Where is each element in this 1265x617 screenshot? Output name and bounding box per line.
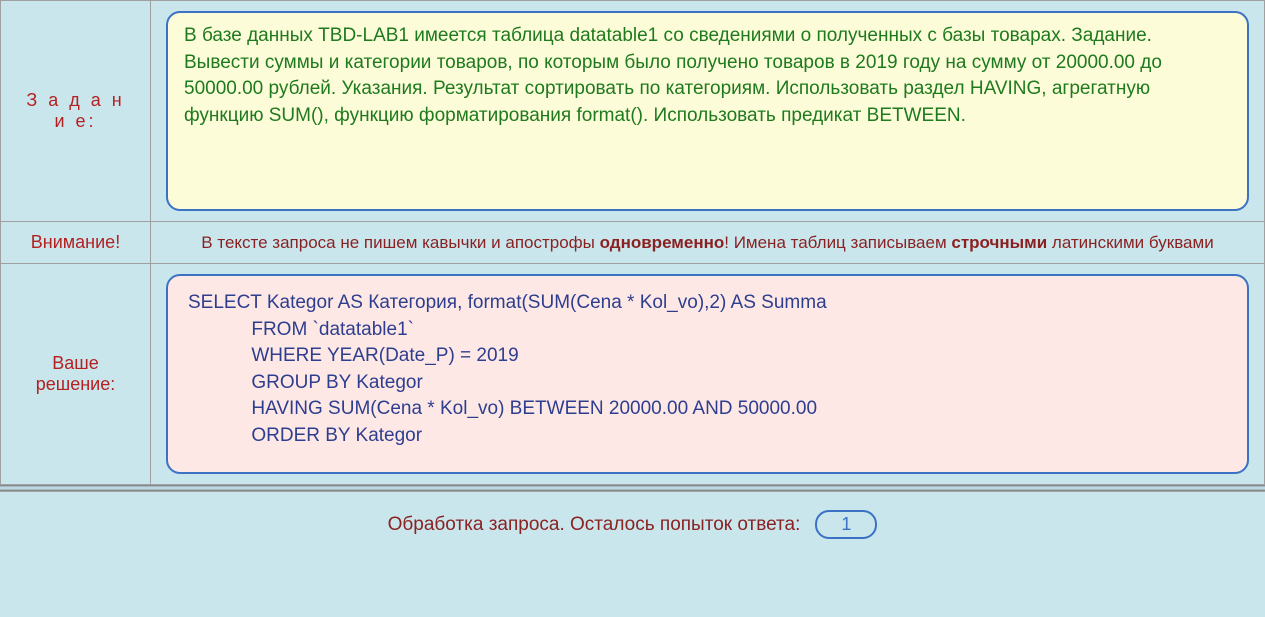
task-box: В базе данных TBD-LAB1 имеется таблица d… — [166, 11, 1249, 211]
task-content-cell: В базе данных TBD-LAB1 имеется таблица d… — [151, 1, 1265, 222]
warning-bold-1: одновременно — [600, 233, 725, 252]
warning-row: Внимание! В тексте запроса не пишем кавы… — [1, 222, 1265, 264]
warning-bold-2: строчными — [951, 233, 1047, 252]
footer-area: Обработка запроса. Осталось попыток отве… — [0, 491, 1265, 557]
warning-text-after: латинскими буквами — [1047, 233, 1214, 252]
solution-content-cell: SELECT Kategor AS Категория, format(SUM(… — [151, 264, 1265, 485]
solution-label: Ваше решение: — [1, 264, 151, 485]
warning-content-cell: В тексте запроса не пишем кавычки и апос… — [151, 222, 1265, 264]
attempts-badge: 1 — [815, 510, 877, 539]
task-label: З а д а н и е: — [1, 1, 151, 222]
assignment-table: З а д а н и е: В базе данных TBD-LAB1 им… — [0, 0, 1265, 485]
warning-label: Внимание! — [1, 222, 151, 264]
warning-text-middle: ! Имена таблиц записываем — [724, 233, 951, 252]
task-row: З а д а н и е: В базе данных TBD-LAB1 им… — [1, 1, 1265, 222]
solution-row: Ваше решение: SELECT Kategor AS Категори… — [1, 264, 1265, 485]
warning-text-before: В тексте запроса не пишем кавычки и апос… — [201, 233, 599, 252]
solution-box[interactable]: SELECT Kategor AS Категория, format(SUM(… — [166, 274, 1249, 474]
footer-text: Обработка запроса. Осталось попыток отве… — [388, 514, 801, 536]
